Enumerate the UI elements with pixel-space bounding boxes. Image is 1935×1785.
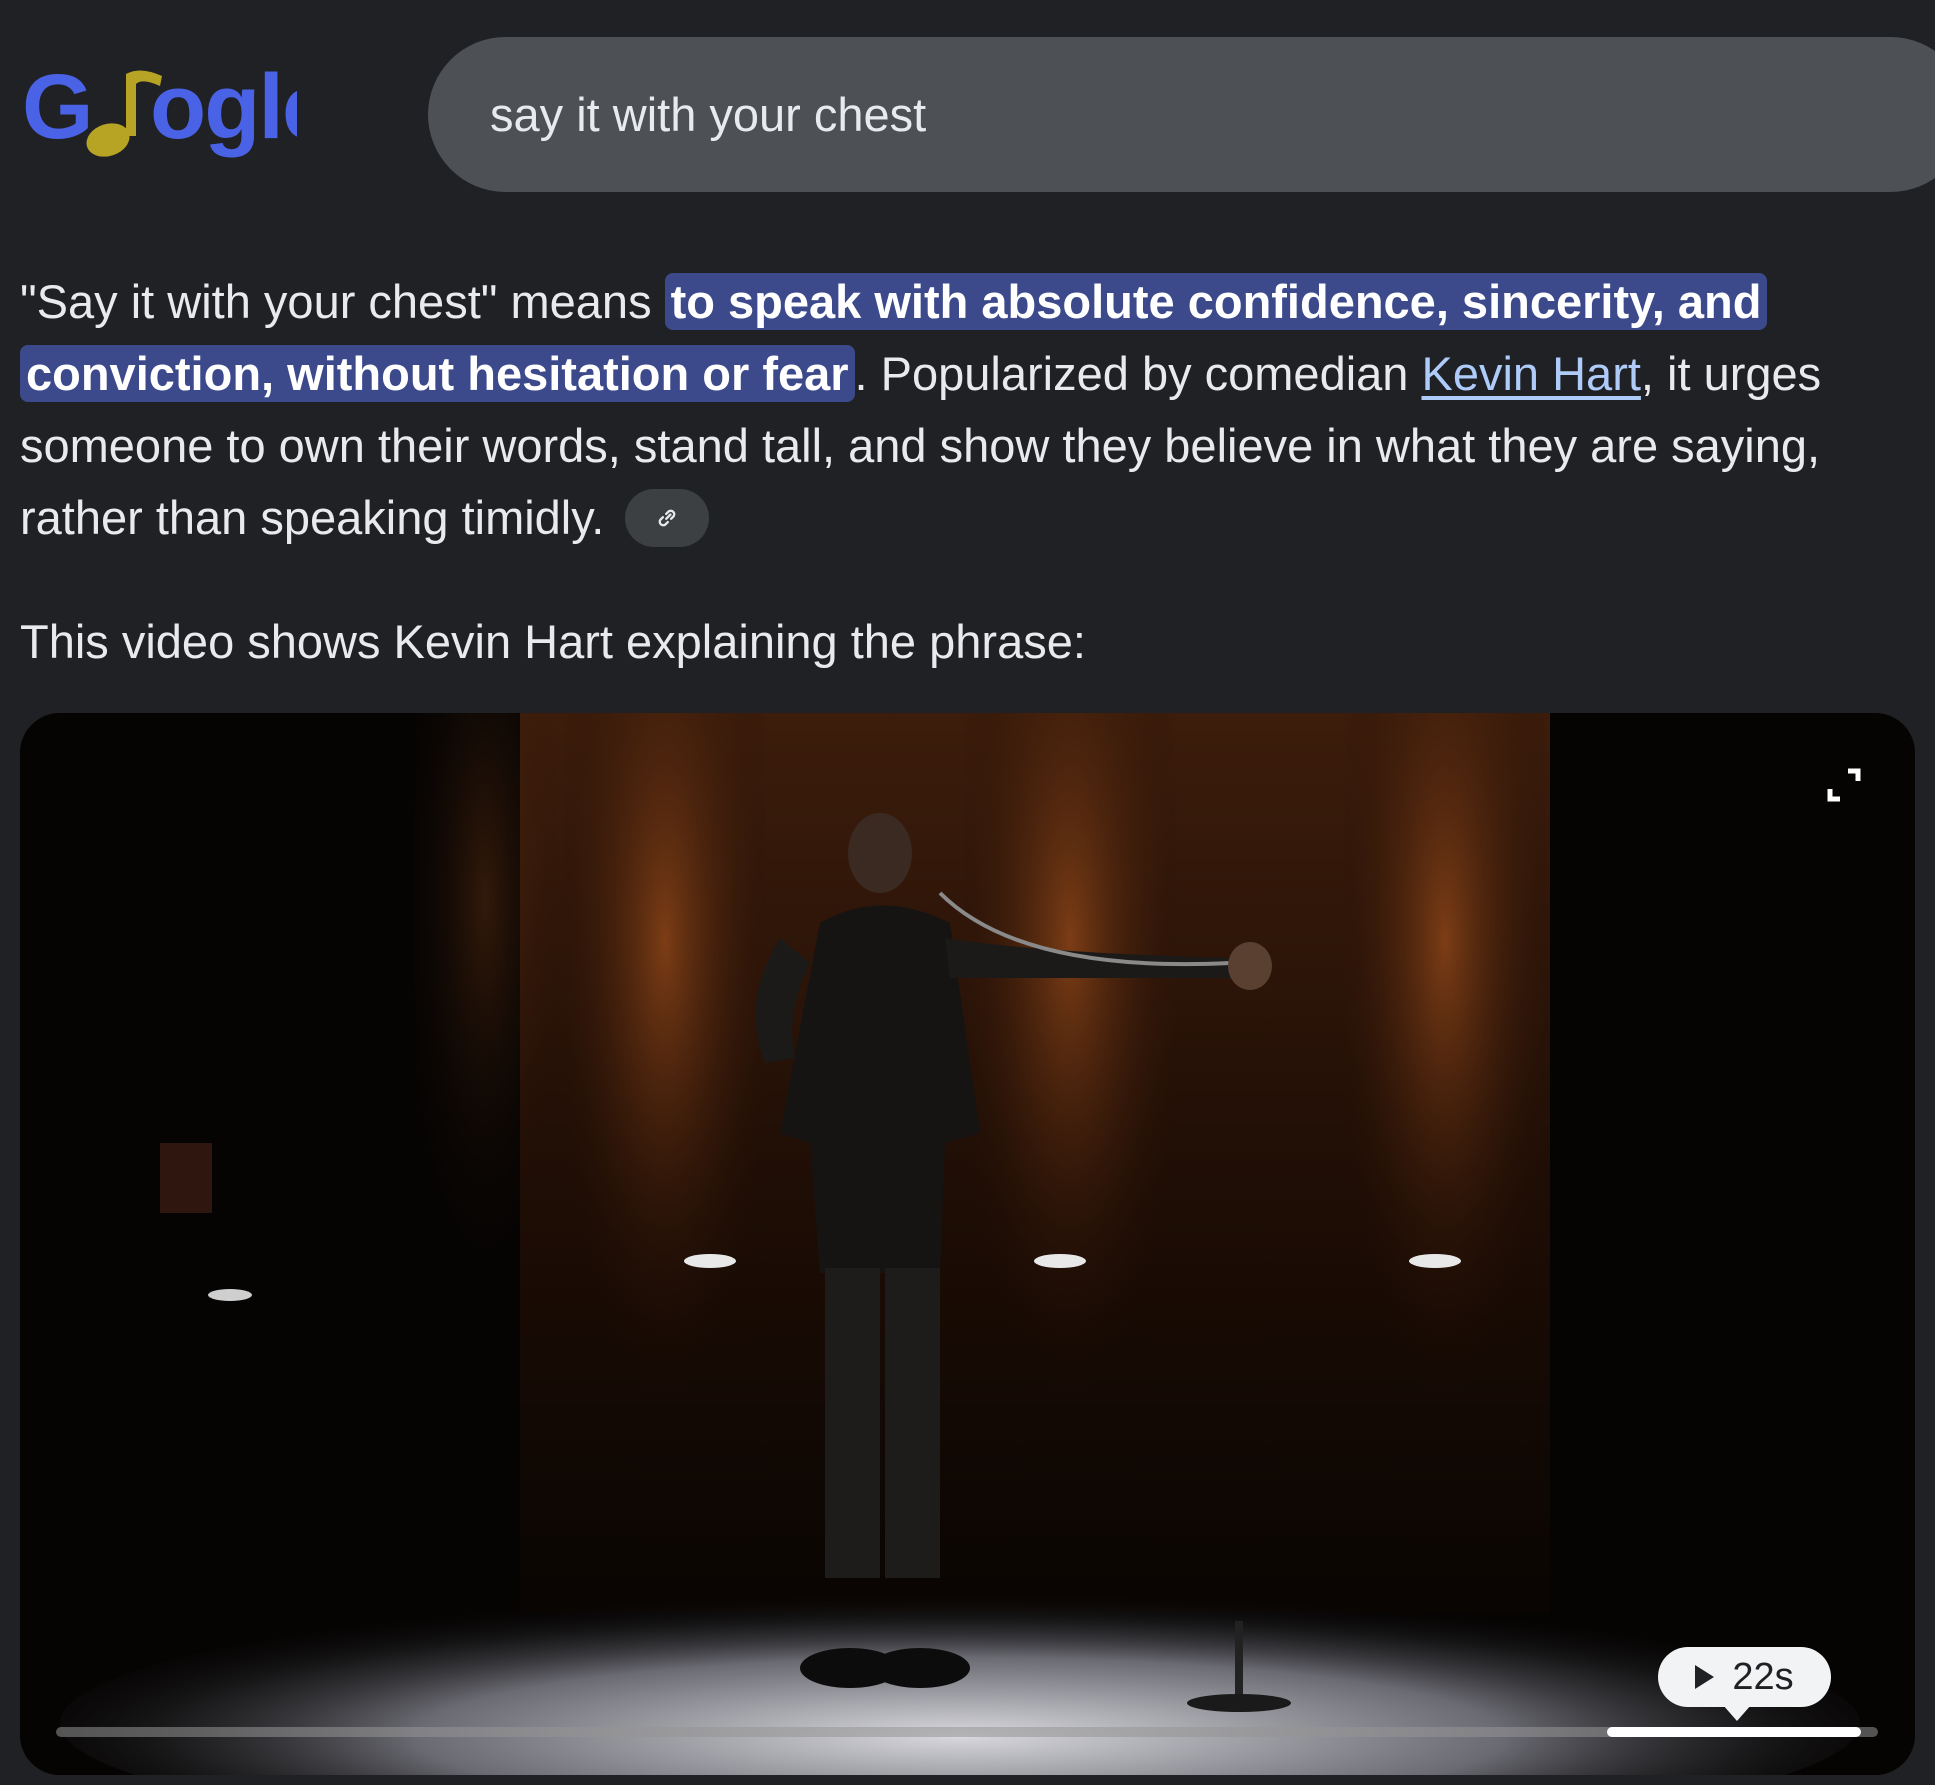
kevin-hart-link[interactable]: Kevin Hart xyxy=(1421,347,1640,400)
play-icon xyxy=(1695,1665,1715,1689)
video-progress-track[interactable] xyxy=(56,1727,1878,1737)
video-player[interactable]: 22s xyxy=(20,713,1915,1775)
video-thumbnail xyxy=(20,713,1915,1775)
google-doodle-logo[interactable]: G ogle xyxy=(22,58,297,168)
answer-text-part1: "Say it with your chest" means xyxy=(20,275,665,328)
ai-answer-paragraph: "Say it with your chest" means to speak … xyxy=(20,266,1920,554)
answer-text-part2: . Popularized by comedian xyxy=(854,347,1422,400)
search-input[interactable] xyxy=(490,87,1690,142)
logo-artwork: G ogle xyxy=(22,58,297,158)
svg-text:G: G xyxy=(22,58,94,158)
expand-icon xyxy=(1827,768,1861,802)
search-bar[interactable] xyxy=(428,37,1935,192)
duration-label: 22s xyxy=(1732,1655,1794,1698)
video-intro-text: This video shows Kevin Hart explaining t… xyxy=(20,615,1086,668)
link-icon xyxy=(659,509,676,526)
duration-badge[interactable]: 22s xyxy=(1658,1647,1831,1721)
svg-text:ogle: ogle xyxy=(150,58,297,158)
video-progress-handle[interactable] xyxy=(1607,1727,1861,1737)
expand-button[interactable] xyxy=(1820,761,1868,809)
source-link-chip[interactable] xyxy=(625,488,710,547)
